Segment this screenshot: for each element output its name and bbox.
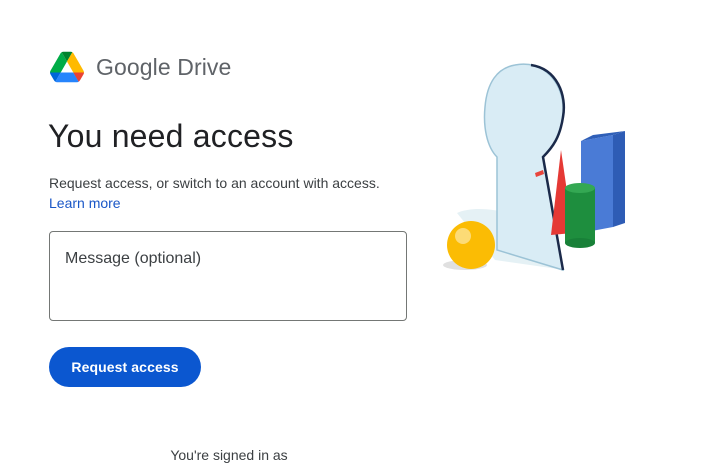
access-request-page: Google Drive You need access Request acc… bbox=[0, 0, 715, 465]
message-field-container bbox=[49, 231, 407, 321]
page-title: You need access bbox=[48, 118, 294, 154]
google-drive-logo-icon bbox=[50, 51, 84, 83]
learn-more-link[interactable]: Learn more bbox=[49, 193, 409, 213]
page-subtitle: Request access, or switch to an account … bbox=[49, 173, 409, 213]
subtitle-text: Request access, or switch to an account … bbox=[49, 175, 380, 191]
signed-in-text: You're signed in as bbox=[170, 447, 288, 463]
request-access-button[interactable]: Request access bbox=[49, 347, 201, 387]
keyhole-access-illustration-icon bbox=[443, 63, 625, 272]
brand-name: Google Drive bbox=[96, 54, 232, 80]
brand-header: Google Drive bbox=[50, 50, 231, 84]
message-input[interactable] bbox=[50, 232, 406, 320]
